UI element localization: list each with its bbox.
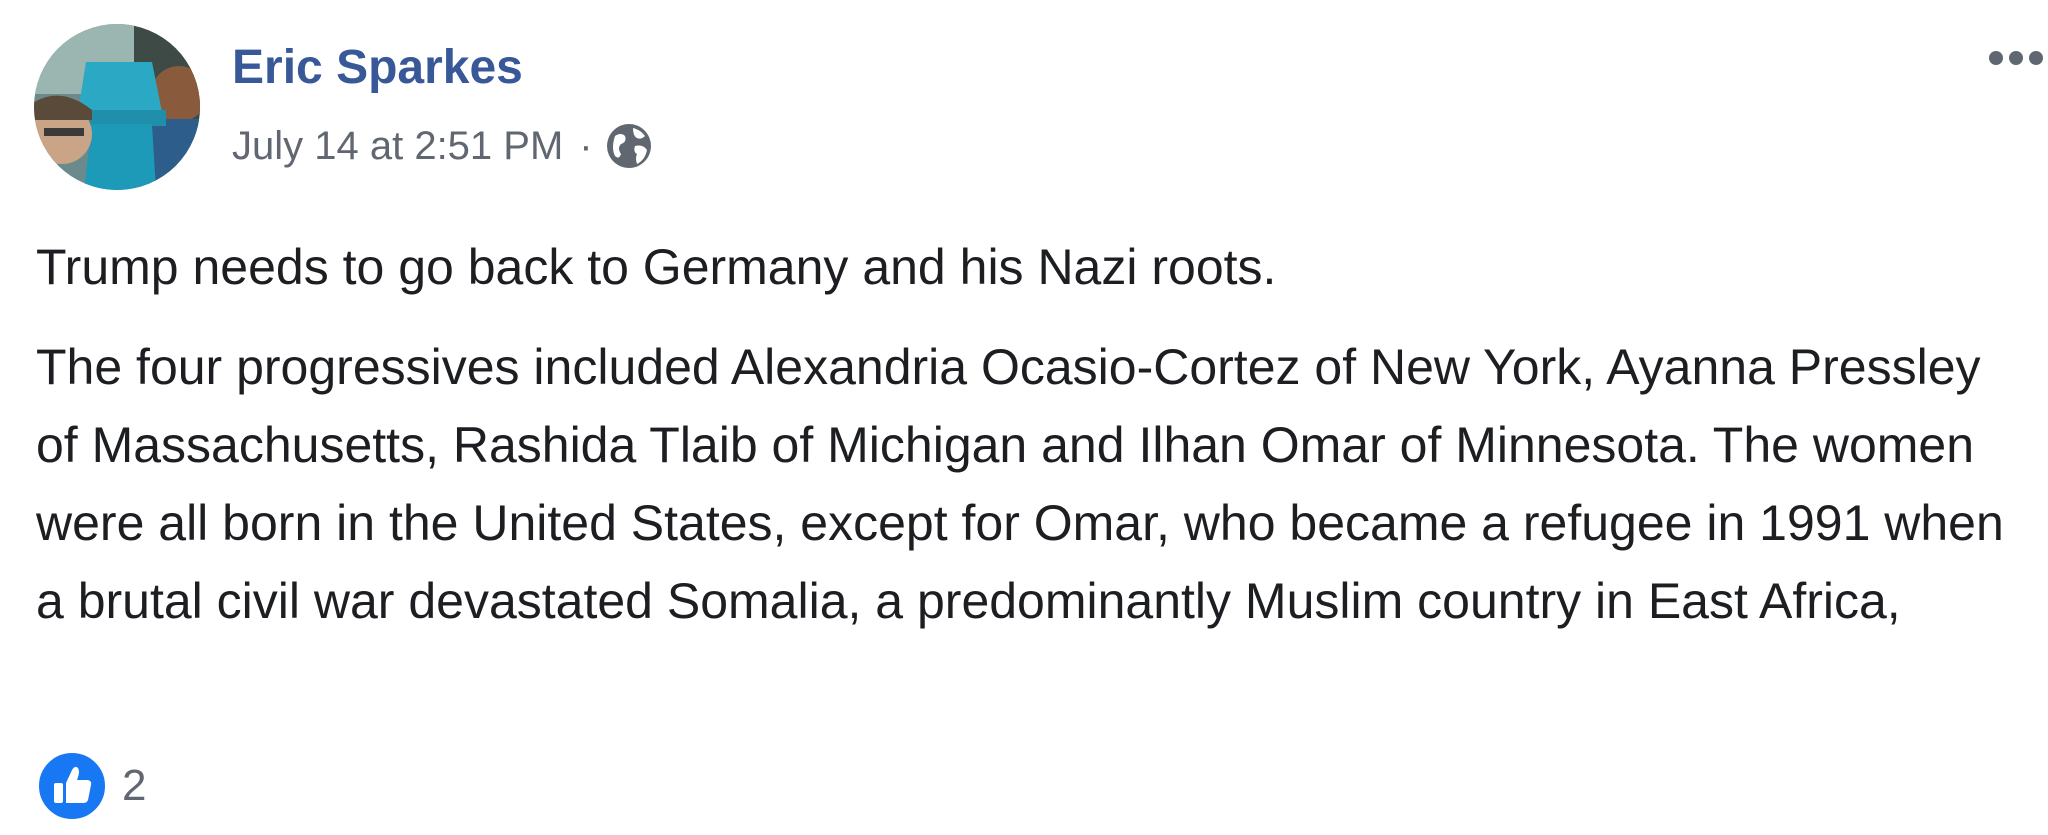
post-timestamp[interactable]: July 14 at 2:51 PM bbox=[232, 124, 563, 169]
like-count: 2 bbox=[122, 761, 147, 810]
meta-separator: · bbox=[579, 123, 593, 168]
post-text-paragraph-2: The four progressives included Alexandri… bbox=[36, 339, 2004, 629]
author-avatar[interactable] bbox=[34, 24, 200, 190]
post-meta: July 14 at 2:51 PM · bbox=[232, 116, 653, 176]
post-text-line-1: Trump needs to go back to Germany and hi… bbox=[36, 239, 1277, 295]
author-name[interactable]: Eric Sparkes bbox=[232, 38, 523, 98]
post-body: Trump needs to go back to Germany and hi… bbox=[36, 228, 2036, 640]
ellipsis-icon[interactable] bbox=[1982, 34, 2048, 82]
like-icon bbox=[37, 751, 107, 821]
profile-photo bbox=[34, 24, 200, 190]
reactions-bar[interactable]: 2 bbox=[36, 750, 146, 822]
facebook-post: Eric Sparkes July 14 at 2:51 PM · Trump … bbox=[0, 0, 2048, 835]
globe-icon[interactable] bbox=[605, 122, 653, 170]
